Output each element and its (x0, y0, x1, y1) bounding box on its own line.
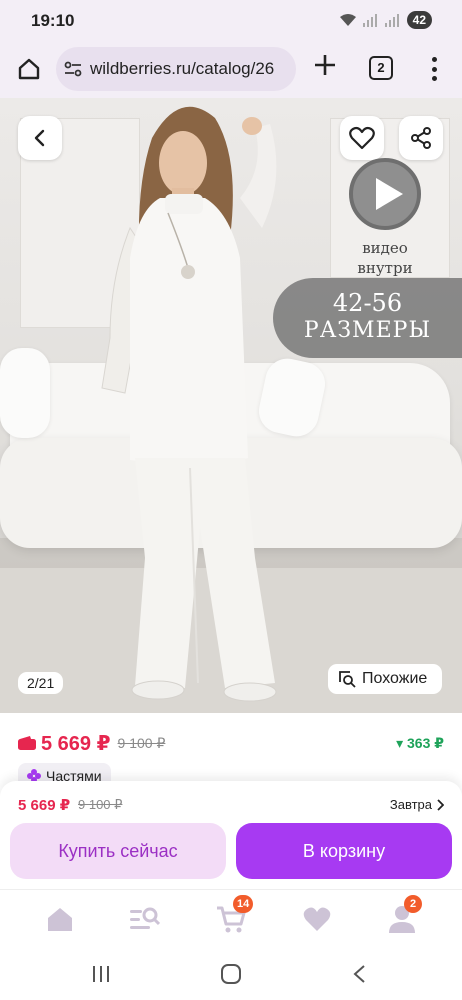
wallet-icon (18, 736, 36, 750)
price-old: 9 100 ₽ (117, 734, 166, 751)
recent-apps-icon (93, 966, 109, 982)
tab-catalog[interactable] (130, 904, 160, 934)
similar-button[interactable]: Похожие (328, 664, 442, 694)
wifi-icon (339, 14, 356, 26)
buy-now-button[interactable]: Купить сейчас (10, 823, 226, 879)
tab-profile[interactable]: 2 (387, 895, 422, 934)
price-row: 5 669 ₽ 9 100 ₽ ▾ 363 ₽ (18, 730, 444, 756)
status-time: 19:10 (31, 11, 75, 30)
menu-dot (431, 76, 437, 81)
url-text: wildberries.ru/catalog/26 (90, 59, 275, 78)
similar-search-icon (339, 671, 356, 688)
favorite-button[interactable] (340, 116, 384, 160)
play-icon (349, 158, 421, 230)
profile-badge: 2 (404, 895, 422, 913)
system-navigation-bar (0, 947, 462, 1000)
browser-toolbar: wildberries.ru/catalog/26 2 (0, 42, 462, 98)
product-image-gallery[interactable]: видео внутри 42-56 РАЗМЕРЫ 2/21 Похожие (0, 98, 462, 713)
video-badge: видео внутри (346, 156, 424, 277)
home-tab-icon (48, 908, 72, 931)
home-circle-icon (221, 964, 241, 984)
status-icons: 42 (339, 11, 432, 29)
back-button[interactable] (18, 116, 62, 160)
site-settings-icon[interactable] (64, 60, 82, 78)
delivery-label: Завтра (389, 797, 432, 812)
heart-icon (349, 126, 375, 150)
panel-price-old: 9 100 ₽ (78, 797, 123, 812)
status-bar: 19:10 42 (0, 0, 462, 42)
video-caption-line2: внутри (357, 259, 413, 277)
sizes-range: 42-56 (332, 289, 403, 317)
share-button[interactable] (399, 116, 443, 160)
pillow (0, 348, 50, 438)
tab-home[interactable] (45, 904, 75, 934)
price-current: 5 669 ₽ (41, 732, 111, 755)
address-bar[interactable]: wildberries.ru/catalog/26 (56, 47, 296, 91)
signal-icon-2 (384, 14, 399, 27)
chevron-right-icon (437, 798, 444, 811)
bottom-tab-bar: 14 2 (0, 889, 462, 947)
home-icon (18, 58, 40, 80)
new-tab-button[interactable] (310, 54, 340, 84)
back-system-button[interactable] (346, 963, 372, 985)
image-counter: 2/21 (18, 672, 64, 694)
plus-icon (315, 55, 335, 75)
battery-indicator: 42 (406, 11, 432, 29)
catalog-search-icon (130, 907, 160, 929)
signal-icon (362, 14, 377, 27)
share-icon (411, 127, 431, 149)
panel-price-current: 5 669 ₽ (18, 797, 71, 814)
sizes-banner: 42-56 РАЗМЕРЫ (273, 278, 462, 358)
back-arrow-icon (353, 965, 365, 983)
add-to-cart-button[interactable]: В корзину (236, 823, 452, 879)
delivery-link[interactable]: Завтра (390, 797, 444, 812)
menu-dot (431, 66, 437, 72)
tab-cart[interactable]: 14 (216, 895, 254, 934)
sizes-label: РАЗМЕРЫ (303, 318, 432, 343)
cart-count-badge: 14 (233, 895, 254, 913)
cashback-amount: ▾ 363 ₽ (396, 734, 444, 751)
tab-switcher-button[interactable]: 2 (369, 56, 393, 80)
chevron-left-icon (34, 129, 45, 147)
video-caption-line1: видео (362, 239, 408, 257)
browser-menu-button[interactable] (424, 54, 444, 84)
home-button[interactable] (14, 54, 44, 84)
menu-dot (431, 57, 437, 62)
model-photo (101, 106, 277, 702)
recent-apps-button[interactable] (88, 963, 114, 985)
buy-panel: 5 669 ₽ 9 100 ₽ Завтра Купить сейчас В к… (0, 781, 462, 889)
home-system-button[interactable] (218, 963, 244, 985)
favorites-heart-icon (303, 907, 331, 931)
tab-favorites[interactable] (302, 904, 332, 934)
similar-label: Похожие (362, 670, 428, 687)
